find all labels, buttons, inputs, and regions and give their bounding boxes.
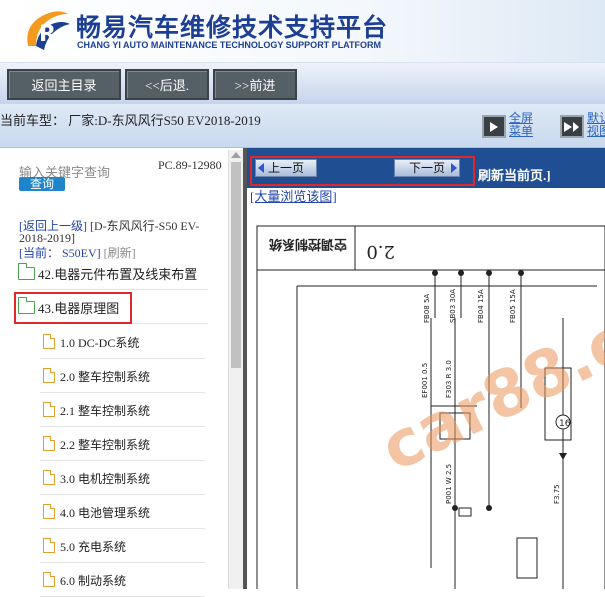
- car-model-bar: 当前车型： 厂家:D-东风风行S50 EV2018-2019 全屏菜单 默认视图: [0, 104, 605, 148]
- fuse-label: SB03 30A: [449, 289, 457, 323]
- page-nav-highlight: [250, 156, 475, 186]
- scroll-thumb[interactable]: [231, 162, 241, 368]
- logo-icon: R: [27, 11, 70, 50]
- doc-label: 6.0 制动系统: [60, 574, 127, 588]
- svg-text:R: R: [39, 22, 56, 47]
- doc-item[interactable]: 6.0 制动系统: [40, 563, 205, 597]
- wire-label: EF001 0.5: [421, 363, 429, 398]
- document-icon: [43, 435, 56, 451]
- document-icon: [43, 503, 56, 519]
- document-icon: [43, 571, 56, 587]
- back-up-link[interactable]: [返回上一级] [D-东风风行-S50 EV-2018-2019]: [19, 220, 219, 244]
- document-icon: [43, 537, 56, 553]
- doc-item[interactable]: 4.0 电池管理系统: [40, 495, 205, 529]
- main-nav: 返回主目录 <<后退. >>前进: [0, 62, 605, 104]
- doc-item[interactable]: 2.2 整车控制系统: [40, 427, 205, 461]
- doc-label: 2.2 整车控制系统: [60, 438, 151, 452]
- fullscreen-label[interactable]: 全屏菜单: [509, 112, 539, 138]
- site-title: 畅易汽车维修技术支持平台: [76, 13, 389, 42]
- fuse-label: FB08 5A: [423, 294, 431, 323]
- doc-item[interactable]: 2.0 整车控制系统: [40, 359, 205, 393]
- sidebar-scrollbar[interactable]: [228, 150, 243, 589]
- default-view-button[interactable]: 默认视图: [560, 112, 605, 142]
- fuse-label: FB05 15A: [509, 289, 517, 323]
- fullscreen-icon: [482, 115, 506, 138]
- wire-label: P001 W 2.5: [445, 464, 453, 504]
- connector-number: 16: [559, 419, 571, 429]
- pc-code: PC.89-12980: [158, 158, 222, 172]
- fuse-label: FB04 15A: [477, 289, 485, 323]
- back-button[interactable]: <<后退.: [125, 69, 209, 100]
- search-button[interactable]: 查询: [19, 177, 65, 191]
- folder-icon: [17, 263, 35, 280]
- header-banner: R 畅易汽车维修技术支持平台 CHANG YI AUTO MAINTENANCE…: [0, 0, 605, 62]
- document-icon: [43, 401, 56, 417]
- selected-folder-highlight: [14, 292, 132, 324]
- diagram-page-number: 2.0: [366, 241, 395, 262]
- doc-label: 2.0 整车控制系统: [60, 370, 151, 384]
- site-subtitle: CHANG YI AUTO MAINTENANCE TECHNOLOGY SUP…: [77, 40, 382, 50]
- sidebar: 输入关键字查询 查询 PC.89-12980 [返回上一级] [D-东风风行-S…: [0, 148, 243, 597]
- diagram-title: 空调控制系统: [269, 236, 347, 252]
- big-view-link[interactable]: [大量浏览该图]: [250, 186, 337, 205]
- scroll-up-icon[interactable]: [231, 152, 241, 158]
- doc-item[interactable]: 5.0 充电系统: [40, 529, 205, 563]
- content-toolbar: 上一页 下一页 刷新当前页.]: [247, 148, 605, 188]
- doc-label: 2.1 整车控制系统: [60, 404, 151, 418]
- folder-label: 42.电器元件布置及线束布置: [38, 267, 198, 282]
- fullscreen-menu-button[interactable]: 全屏菜单: [482, 112, 536, 142]
- refresh-page-link[interactable]: 刷新当前页.]: [478, 165, 551, 184]
- doc-label: 5.0 充电系统: [60, 540, 127, 554]
- wiring-diagram: 16 2.0 空调控制系统 FB08 5A SB03 30A FB04 15A …: [256, 225, 605, 589]
- document-icon: [43, 469, 56, 485]
- doc-label: 1.0 DC-DC系统: [60, 336, 140, 350]
- forward-button[interactable]: >>前进: [213, 69, 297, 100]
- wire-label: F303 R 3.0: [445, 360, 453, 398]
- document-icon: [43, 333, 56, 349]
- wire-label: F3.75: [553, 484, 561, 504]
- doc-item[interactable]: 1.0 DC-DC系统: [40, 325, 205, 359]
- folder-item-42[interactable]: 42.电器元件布置及线束布置: [17, 258, 208, 290]
- doc-item[interactable]: 2.1 整车控制系统: [40, 393, 205, 427]
- doc-label: 4.0 电池管理系统: [60, 506, 151, 520]
- doc-label: 3.0 电机控制系统: [60, 472, 151, 486]
- content-pane: 上一页 下一页 刷新当前页.] [大量浏览该图] 16 2.0 空调控制系统 F…: [247, 148, 605, 589]
- default-view-icon: [560, 115, 584, 138]
- default-view-label[interactable]: 默认视图: [587, 112, 605, 138]
- current-car-label: 当前车型： 厂家:D-东风风行S50 EV2018-2019: [0, 113, 261, 128]
- doc-item[interactable]: 3.0 电机控制系统: [40, 461, 205, 495]
- document-icon: [43, 367, 56, 383]
- home-button[interactable]: 返回主目录: [7, 69, 121, 100]
